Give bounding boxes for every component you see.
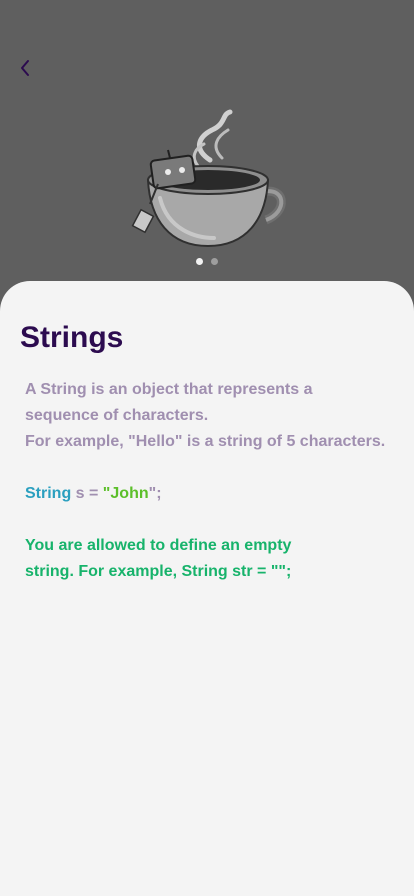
code-example: String s = "John";	[25, 481, 395, 507]
description-line-1: A String is an object that represents a	[25, 381, 313, 398]
lesson-title: Strings	[20, 321, 124, 354]
code-string-value: John	[110, 485, 149, 502]
code-keyword: String	[25, 485, 72, 502]
note-line-1: You are allowed to define an empty	[25, 537, 292, 554]
page-indicator	[0, 258, 414, 265]
code-assign: s =	[71, 485, 103, 502]
note-line-2: string. For example, String str = "";	[25, 563, 292, 580]
description-line-2: sequence of characters.	[25, 407, 209, 424]
chevron-left-icon	[21, 60, 29, 76]
teacup-robot-illustration	[131, 109, 286, 248]
description-line-3: For example, "Hello" is a string of 5 ch…	[25, 433, 386, 450]
code-quote-close: ";	[148, 485, 162, 502]
page-dot-1[interactable]	[196, 258, 203, 265]
content-sheet: Strings A String is an object that repre…	[0, 281, 414, 896]
page-dot-2[interactable]	[211, 258, 218, 265]
lesson-body: A String is an object that represents a …	[25, 377, 395, 585]
back-button[interactable]	[14, 56, 38, 80]
